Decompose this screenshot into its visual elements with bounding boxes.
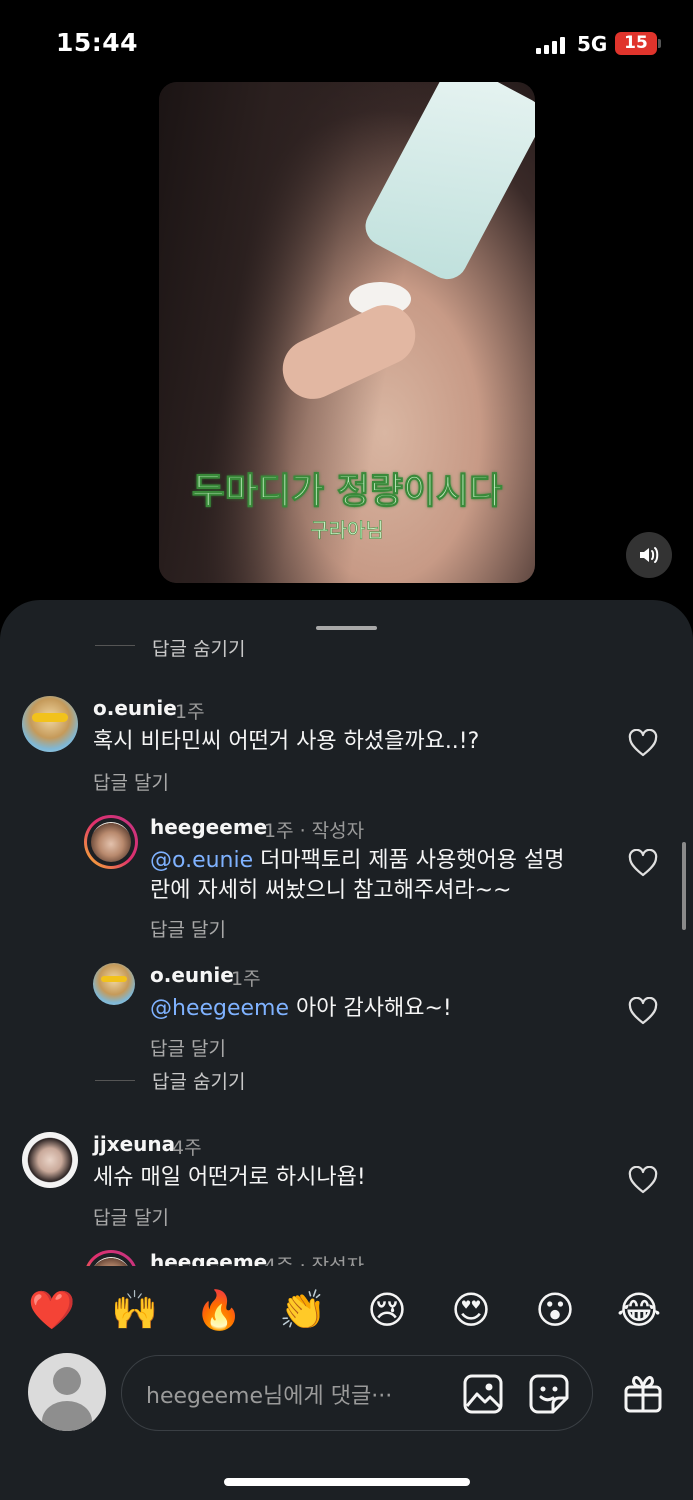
reaction-heart-eyes[interactable]: 😍 (441, 1280, 501, 1340)
heart-icon[interactable] (628, 997, 658, 1025)
reply-button[interactable]: 답글 달기 (150, 915, 226, 942)
avatar[interactable] (93, 963, 135, 1005)
network-type: 5G (577, 32, 608, 56)
comment-time: 1주 · 작성자 (264, 820, 365, 842)
reply-button[interactable]: 답글 달기 (93, 1203, 169, 1230)
comment-text: 세슈 매일 어떤거로 하시나욥! (93, 1165, 366, 1190)
mention-link[interactable]: @heegeeme (150, 996, 289, 1021)
hide-replies-button[interactable]: 답글 숨기기 (152, 1067, 245, 1094)
comment-username[interactable]: heegeeme (150, 815, 267, 839)
reaction-clap[interactable]: 👏 (273, 1280, 333, 1340)
signal-icon (536, 36, 566, 54)
sticker-icon[interactable] (529, 1374, 569, 1414)
gift-icon[interactable] (623, 1373, 663, 1413)
reply-button[interactable]: 답글 달기 (93, 768, 169, 795)
comment-text: 혹시 비타민씨 어떤거 사용 하셨을까요..!? (93, 729, 480, 754)
divider (95, 1080, 135, 1081)
sound-toggle-button[interactable] (626, 532, 672, 578)
comment-time: 1주 (231, 968, 261, 990)
reaction-crying[interactable]: 😢 (357, 1280, 417, 1340)
speaker-icon (640, 547, 659, 563)
reaction-surprised[interactable]: 😮 (525, 1280, 585, 1340)
comment-time: 4주 (172, 1137, 202, 1159)
reply-button[interactable]: 답글 달기 (150, 1034, 226, 1061)
comment-username[interactable]: o.eunie (93, 696, 177, 720)
video-caption-main: 두마디가 정량이시다 (191, 471, 503, 513)
comment-input[interactable]: heegeeme님에게 댓글··· (121, 1355, 593, 1431)
sheet-drag-handle[interactable] (316, 626, 377, 630)
current-user-avatar (28, 1353, 106, 1431)
scrollbar[interactable] (682, 842, 686, 930)
heart-icon[interactable] (628, 849, 658, 877)
reaction-raised-hands[interactable]: 🙌 (105, 1280, 165, 1340)
avatar[interactable] (22, 696, 78, 752)
comment-text-line2: 란에 자세히 써놨으니 참고해주셔라~~ (150, 878, 512, 903)
home-indicator (224, 1478, 470, 1486)
comment-time: 1주 (175, 701, 205, 723)
video-player[interactable]: 두마디가 정량이시다 구라아님 (159, 82, 535, 583)
comment-composer: ❤️ 🙌 🔥 👏 😢 😍 😮 😂 heegeeme님에게 댓글··· (0, 1266, 693, 1500)
comment-text: @heegeeme 아아 감사해요~! (150, 994, 452, 1024)
hide-replies-button-top[interactable]: 답글 숨기기 (152, 640, 245, 661)
comment-text-body: 아아 감사해요~! (289, 996, 452, 1021)
comment-input-placeholder: heegeeme님에게 댓글··· (146, 1384, 393, 1409)
mention-link[interactable]: @o.eunie (150, 848, 253, 873)
avatar[interactable] (22, 1132, 78, 1188)
battery-icon: 15 (615, 32, 657, 55)
image-icon[interactable] (463, 1374, 503, 1414)
comment-text-line1: 더마팩토리 제품 사용햇어용 설명 (253, 848, 565, 873)
reaction-heart[interactable]: ❤️ (22, 1280, 82, 1340)
avatar[interactable] (84, 815, 138, 869)
divider (95, 645, 135, 646)
reaction-laughing[interactable]: 😂 (609, 1280, 669, 1340)
video-caption-sub: 구라아님 (310, 518, 384, 543)
comment-text: @o.eunie 더마팩토리 제품 사용햇어용 설명 (150, 846, 564, 876)
comment-username[interactable]: jjxeuna (93, 1132, 175, 1156)
heart-icon[interactable] (628, 1166, 658, 1194)
comment-username[interactable]: o.eunie (150, 963, 234, 987)
status-time: 15:44 (56, 28, 139, 57)
reaction-fire[interactable]: 🔥 (189, 1280, 249, 1340)
battery-tip (658, 39, 661, 48)
status-bar: 15:44 5G 15 (0, 0, 693, 86)
quick-reactions: ❤️ 🙌 🔥 👏 😢 😍 😮 😂 (0, 1280, 693, 1340)
heart-icon[interactable] (628, 729, 658, 757)
